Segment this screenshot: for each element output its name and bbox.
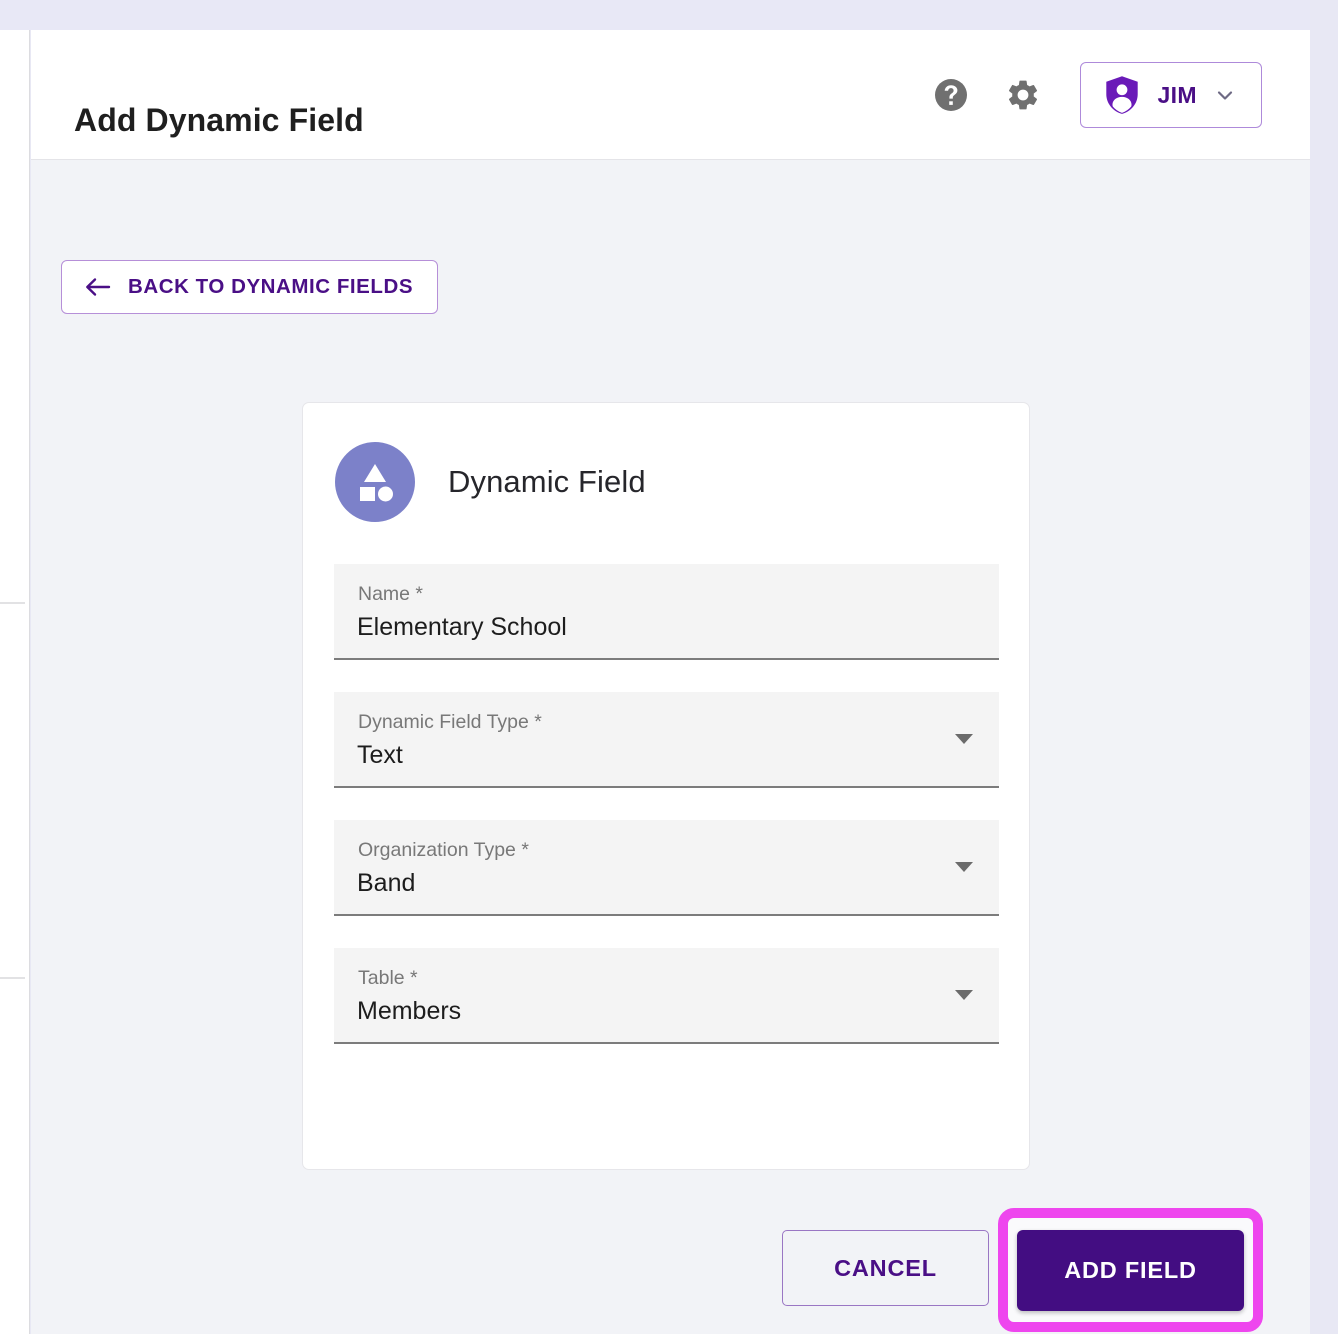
cancel-button[interactable]: CANCEL — [782, 1230, 989, 1306]
field-value: Text — [357, 741, 403, 769]
header-actions: JIM — [932, 61, 1262, 129]
dynamic-field-form-card: Dynamic Field Name * Elementary School D… — [302, 402, 1030, 1170]
browser-chrome-strip — [0, 0, 1338, 30]
back-button-label: BACK TO DYNAMIC FIELDS — [128, 275, 414, 298]
caret-down-icon[interactable] — [955, 862, 973, 872]
app-header: Add Dynamic Field JIM — [31, 30, 1310, 160]
shield-person-icon — [1106, 76, 1139, 114]
page-right-edge — [1310, 0, 1338, 1334]
user-name-label: JIM — [1157, 81, 1197, 108]
field-label: Organization Type * — [358, 839, 529, 861]
add-field-highlight-ring: ADD FIELD — [998, 1208, 1263, 1332]
dynamic-field-type-select[interactable]: Dynamic Field Type * Text — [334, 692, 999, 788]
add-field-button[interactable]: ADD FIELD — [1017, 1229, 1244, 1311]
form-fields: Name * Elementary School Dynamic Field T… — [334, 564, 999, 1044]
caret-down-icon[interactable] — [955, 734, 973, 744]
gear-icon — [1009, 80, 1038, 110]
field-label: Name * — [358, 583, 424, 605]
user-menu-button[interactable]: JIM — [1080, 62, 1262, 128]
field-value: Members — [357, 997, 462, 1025]
shapes-icon — [360, 464, 393, 502]
arrow-left-icon — [86, 278, 111, 296]
chevron-down-icon — [1217, 91, 1233, 100]
form-actions: CANCEL ADD FIELD — [31, 1208, 1310, 1332]
table-select[interactable]: Table * Members — [334, 948, 999, 1044]
card-title: Dynamic Field — [448, 464, 646, 499]
left-navigation-rail — [0, 30, 30, 1334]
app-frame: Add Dynamic Field JIM BACK TO DYNAMIC FI… — [0, 0, 1338, 1334]
help-button[interactable] — [932, 76, 970, 114]
page-title: Add Dynamic Field — [74, 102, 364, 138]
help-circle-icon — [935, 79, 968, 111]
rail-divider — [0, 602, 25, 604]
rail-divider — [0, 977, 25, 979]
card-header: Dynamic Field — [335, 442, 646, 522]
field-value: Band — [357, 869, 416, 897]
back-to-dynamic-fields-button[interactable]: BACK TO DYNAMIC FIELDS — [61, 260, 439, 314]
name-field[interactable]: Name * Elementary School — [334, 564, 999, 660]
settings-button[interactable] — [1004, 76, 1042, 114]
field-value: Elementary School — [357, 613, 567, 641]
content-area: BACK TO DYNAMIC FIELDS Dynamic Field Nam… — [31, 160, 1310, 1334]
app-window: Add Dynamic Field JIM BACK TO DYNAMIC FI… — [31, 30, 1310, 1334]
field-label: Dynamic Field Type * — [358, 711, 542, 733]
caret-down-icon[interactable] — [955, 990, 973, 1000]
organization-type-select[interactable]: Organization Type * Band — [334, 820, 999, 916]
field-label: Table * — [358, 967, 418, 989]
avatar — [335, 442, 415, 522]
